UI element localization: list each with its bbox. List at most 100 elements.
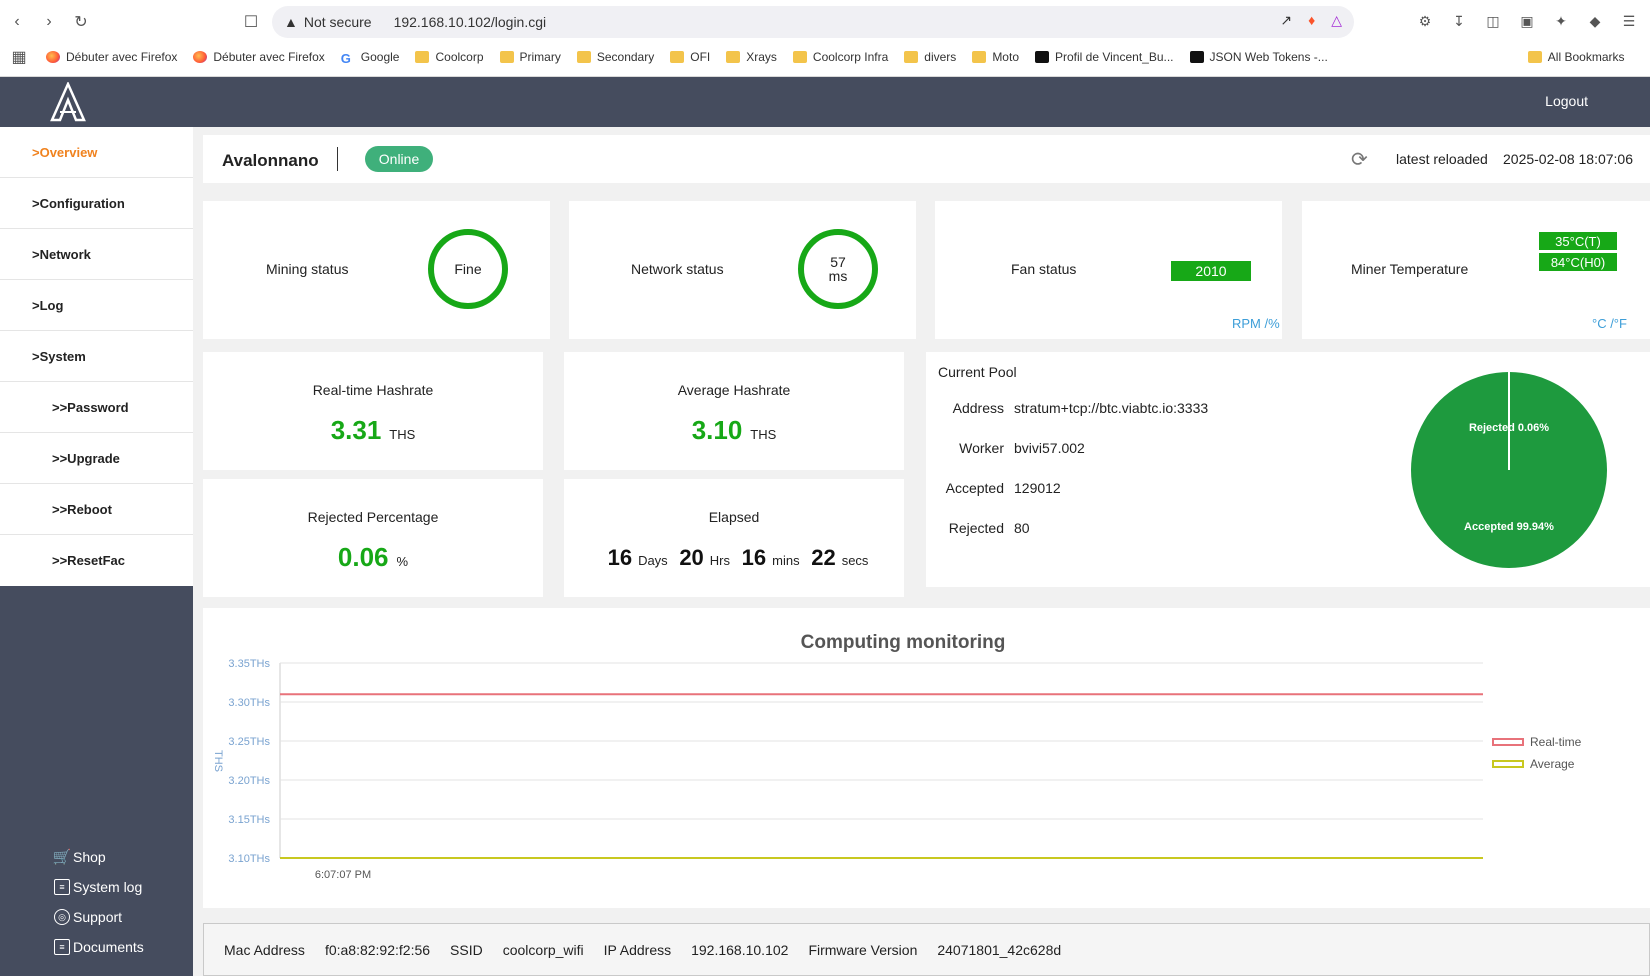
- document-icon: ≡: [54, 879, 70, 895]
- reload-icon[interactable]: ↻: [70, 11, 92, 33]
- system-log-link[interactable]: ≡ System log: [54, 872, 144, 902]
- bookmark-item[interactable]: Profil de Vincent_Bu...: [1035, 50, 1174, 64]
- sidebar-item-system[interactable]: >System: [0, 331, 193, 382]
- legend-swatch: [1492, 738, 1524, 746]
- apps-grid-icon[interactable]: ▦: [8, 46, 30, 68]
- firefox-icon: [46, 51, 60, 63]
- y-tick-label: 3.10THs: [228, 853, 270, 865]
- bookmark-item[interactable]: Xrays: [726, 50, 777, 64]
- current-pool-card: Current Pool Address stratum+tcp://btc.vi…: [926, 352, 1650, 587]
- pool-worker: bvivi57.002: [1014, 440, 1085, 456]
- temp-h-value: 84°C(H0): [1538, 252, 1618, 272]
- security-label: Not secure: [303, 14, 372, 30]
- firefox-icon: [193, 51, 208, 63]
- ssid-value: coolcorp_wifi: [502, 941, 584, 958]
- forward-icon[interactable]: ›: [38, 11, 60, 33]
- firmware-value: 24071801_42c628d: [937, 941, 1062, 958]
- reload-time: 2025-02-08 18:07:06: [1503, 151, 1633, 167]
- browser-chrome: ‹ › ↻ ☐ ▲ Not secure 192.168.10.102/logi…: [0, 0, 1650, 77]
- url-bar[interactable]: ▲ Not secure 192.168.10.102/login.cgi ↗ …: [272, 6, 1354, 38]
- bookmark-icon[interactable]: ☐: [240, 11, 262, 33]
- bookmark-item[interactable]: Débuter avec Firefox: [193, 50, 325, 64]
- bookmarks-bar: ▦ Débuter avec Firefox Débuter avec Fire…: [0, 44, 1650, 70]
- app-header: Logout: [0, 77, 1650, 127]
- bookmark-item[interactable]: JSON Web Tokens -...: [1189, 50, 1328, 64]
- documents-link[interactable]: ≡ Documents: [54, 932, 144, 962]
- firmware-label: Firmware Version: [808, 941, 918, 958]
- bookmark-item[interactable]: Primary: [499, 50, 561, 64]
- folder-icon: [904, 51, 919, 63]
- back-icon[interactable]: ‹: [6, 11, 28, 33]
- latency-value: 57: [830, 254, 846, 270]
- refresh-icon[interactable]: ⟳: [1351, 147, 1373, 171]
- download-icon[interactable]: ↧: [1450, 12, 1468, 30]
- brave-shield-icon[interactable]: ♦: [1308, 12, 1315, 29]
- temperature-label: Miner Temperature: [1351, 261, 1469, 277]
- device-info-footer: Mac Address f0:a8:82:92:f2:56 SSID coolc…: [203, 923, 1650, 976]
- network-status-ring: 57 ms: [798, 229, 878, 309]
- folder-icon: [726, 51, 741, 63]
- leo-icon[interactable]: ✦: [1552, 12, 1570, 30]
- share-icon[interactable]: ↗: [1280, 12, 1292, 29]
- bookmark-item[interactable]: Débuter avec Firefox: [46, 50, 177, 64]
- average-hashrate-cell: Average Hashrate 3.10 THS: [564, 352, 904, 470]
- menu-icon[interactable]: ☰: [1620, 12, 1638, 30]
- sidebar-item-upgrade[interactable]: >>Upgrade: [0, 433, 193, 484]
- pie-label-rejected: Rejected 0.06%: [1469, 422, 1549, 434]
- brave-rewards-icon[interactable]: △: [1331, 12, 1342, 29]
- main-content: Avalonnano Online ⟳ latest reloaded 2025…: [193, 127, 1650, 976]
- profile-icon: [1035, 51, 1049, 63]
- vpn-icon[interactable]: ◆: [1586, 12, 1604, 30]
- folder-icon: [1527, 51, 1542, 63]
- sidebar: >Overview >Configuration >Network >Log >…: [0, 127, 193, 976]
- sidebar-menu: >Overview >Configuration >Network >Log >…: [0, 127, 193, 586]
- fan-unit-toggle[interactable]: RPM /%: [1232, 316, 1280, 331]
- sidebar-item-password[interactable]: >>Password: [0, 382, 193, 433]
- support-link[interactable]: ◎ Support: [54, 902, 144, 932]
- extensions-icon[interactable]: ⚙: [1416, 12, 1434, 30]
- sidebar-item-configuration[interactable]: >Configuration: [0, 178, 193, 229]
- bookmark-item[interactable]: divers: [904, 50, 956, 64]
- device-bar: Avalonnano Online ⟳ latest reloaded 2025…: [203, 135, 1650, 183]
- shop-link[interactable]: 🛒 Shop: [52, 842, 144, 872]
- pool-accepted: 129012: [1014, 480, 1061, 496]
- globe-icon: ◎: [54, 909, 70, 925]
- mac-value: f0:a8:82:92:f2:56: [324, 941, 431, 958]
- bookmark-item[interactable]: OFI: [670, 50, 710, 64]
- sidebar-item-log[interactable]: >Log: [0, 280, 193, 331]
- temp-unit-toggle[interactable]: °C /°F: [1592, 316, 1627, 331]
- cart-icon: 🛒: [52, 849, 72, 866]
- bookmark-item[interactable]: Secondary: [576, 50, 654, 64]
- rejected-percentage-value: 0.06%: [337, 542, 409, 572]
- all-bookmarks[interactable]: All Bookmarks: [1527, 50, 1624, 64]
- mac-label: Mac Address: [224, 941, 305, 958]
- sidebar-item-overview[interactable]: >Overview: [0, 127, 193, 178]
- document-icon: ≡: [54, 939, 70, 955]
- sidebar-icon[interactable]: ◫: [1484, 12, 1502, 30]
- realtime-hashrate-label: Real-time Hashrate: [312, 382, 434, 398]
- mining-status-label: Mining status: [266, 261, 349, 277]
- network-status-card: Network status 57 ms: [569, 201, 916, 339]
- bookmark-item[interactable]: G Google: [341, 50, 400, 66]
- folder-icon: [415, 51, 430, 63]
- temp-t-value: 35°C(T): [1538, 231, 1618, 251]
- network-status-label: Network status: [631, 261, 724, 277]
- folder-icon: [576, 51, 591, 63]
- bookmark-item[interactable]: Coolcorp Infra: [792, 50, 888, 64]
- pie-label-accepted: Accepted 99.94%: [1464, 521, 1554, 533]
- sidebar-item-reboot[interactable]: >>Reboot: [0, 484, 193, 535]
- sidebar-item-resetfac[interactable]: >>ResetFac: [0, 535, 193, 586]
- rejected-percentage-cell: Rejected Percentage 0.06%: [203, 479, 543, 597]
- avalon-logo-icon: [50, 82, 86, 122]
- logout-link[interactable]: Logout: [1545, 93, 1588, 109]
- elapsed-label: Elapsed: [708, 509, 760, 525]
- average-hashrate-value: 3.10 THS: [691, 415, 777, 445]
- bookmark-item[interactable]: Moto: [972, 50, 1019, 64]
- folder-icon: [972, 51, 987, 63]
- wallet-icon[interactable]: ▣: [1518, 12, 1536, 30]
- fan-status-label: Fan status: [1011, 261, 1077, 277]
- temperature-card: Miner Temperature 35°C(T) 84°C(H0) °C /°…: [1302, 201, 1650, 339]
- y-tick-label: 3.15THs: [228, 814, 270, 826]
- bookmark-item[interactable]: Coolcorp: [415, 50, 484, 64]
- sidebar-item-network[interactable]: >Network: [0, 229, 193, 280]
